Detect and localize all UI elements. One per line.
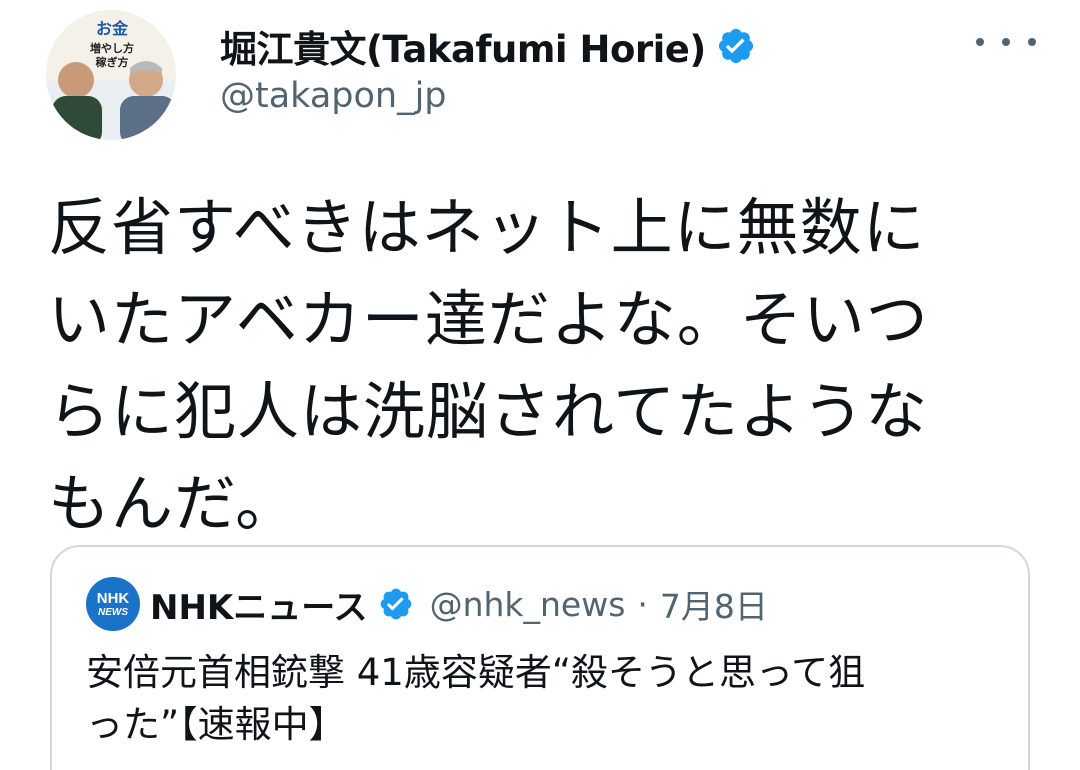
more-dot [976, 38, 984, 46]
tweet-container: お金 増やし方 稼ぎ方 堀江貴文(Takafumi Horie) @takapo… [0, 0, 1080, 770]
avatar-title-2: 増やし方 [90, 41, 134, 55]
avatar-title-3: 稼ぎ方 [96, 55, 129, 69]
quoted-tweet-text: 安倍元首相銃撃 41歳容疑者“殺そうと思って狙 った”【速報中】 [86, 651, 866, 746]
quoted-display-name[interactable]: NHKニュース [150, 580, 368, 629]
verified-badge-icon [378, 586, 414, 622]
avatar-image: お金 増やし方 稼ぎ方 [46, 10, 176, 140]
nhk-logo-top: NHK [96, 589, 130, 607]
more-dot [1028, 38, 1036, 46]
avatar-title-1: お金 [96, 19, 129, 38]
quoted-tweet-card[interactable]: NHK NEWS NHKニュース @nhk_news · 7月8日 安倍元首相銃… [50, 545, 1030, 770]
nhk-logo-icon[interactable]: NHK NEWS [86, 577, 140, 631]
quoted-handle[interactable]: @nhk_news [430, 585, 626, 624]
nhk-logo-bottom: NEWS [98, 606, 128, 618]
author-name-row[interactable]: 堀江貴文(Takafumi Horie) [220, 18, 756, 74]
more-options-icon[interactable] [976, 28, 1036, 56]
author-avatar[interactable]: お金 増やし方 稼ぎ方 [46, 10, 176, 140]
quoted-date[interactable]: 7月8日 [660, 580, 768, 628]
more-dot [1002, 38, 1010, 46]
author-handle[interactable]: @takapon_jp [220, 76, 447, 116]
quoted-separator: · [637, 584, 648, 624]
tweet-text: 反省すべきはネット上に無数に いたアベカー達だよな。そいつ らに犯人は洗脳されて… [48, 191, 929, 540]
author-display-name[interactable]: 堀江貴文(Takafumi Horie) [220, 19, 706, 73]
verified-badge-icon [716, 26, 756, 66]
quoted-tweet-header: NHK NEWS NHKニュース @nhk_news · 7月8日 [86, 577, 768, 631]
